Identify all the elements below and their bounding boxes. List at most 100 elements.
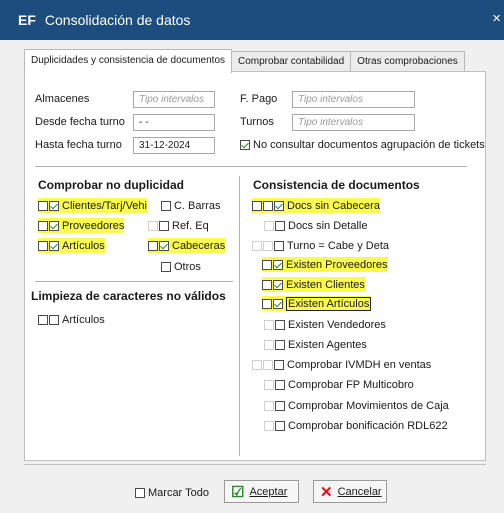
- clientes-label: Clientes/Tarj/Vehi: [62, 199, 147, 212]
- articulos-checkbox-a[interactable]: [38, 240, 48, 251]
- divider: [35, 281, 233, 282]
- no-consultar-label: No consultar documentos agrupación de ti…: [253, 138, 485, 151]
- existen-clientes-row[interactable]: Existen Clientes: [262, 277, 365, 292]
- limpieza-articulos-checkbox-b[interactable]: [49, 314, 59, 325]
- hasta-fecha-field[interactable]: 31-12-2024: [133, 137, 215, 154]
- comprobar-ivmdh-checkbox-c[interactable]: [274, 359, 284, 370]
- no-consultar-checkbox[interactable]: [240, 139, 250, 150]
- comprobar-bonificacion-checkbox-a[interactable]: [264, 420, 274, 431]
- comprobar-fp-multicobro-label: Comprobar FP Multicobro: [288, 378, 414, 391]
- existen-articulos-label: Existen Artículos: [286, 296, 372, 311]
- comprobar-bonificacion-label: Comprobar bonificación RDL622: [288, 419, 448, 432]
- almacenes-label: Almacenes: [35, 93, 90, 105]
- clientes-checkbox-b[interactable]: [49, 200, 59, 211]
- comprobar-fp-multicobro-row[interactable]: Comprobar FP Multicobro: [264, 377, 414, 392]
- articulos-row[interactable]: Artículos: [38, 238, 105, 253]
- proveedores-checkbox-a[interactable]: [38, 220, 48, 231]
- existen-clientes-checkbox-b[interactable]: [273, 279, 283, 290]
- aceptar-button[interactable]: ☑ Aceptar: [224, 480, 299, 503]
- existen-articulos-checkbox-a[interactable]: [262, 298, 272, 309]
- docs-sin-detalle-label: Docs sin Detalle: [288, 219, 368, 232]
- existen-proveedores-checkbox-b[interactable]: [273, 259, 283, 270]
- tab-otras-comprobaciones[interactable]: Otras comprobaciones: [350, 51, 465, 72]
- proveedores-label: Proveedores: [62, 219, 125, 232]
- existen-vendedores-label: Existen Vendedores: [288, 318, 386, 331]
- existen-proveedores-label: Existen Proveedores: [286, 258, 388, 271]
- limpieza-articulos-checkbox-a[interactable]: [38, 314, 48, 325]
- tab-comprobar-contabilidad[interactable]: Comprobar contabilidad: [231, 51, 352, 72]
- proveedores-checkbox-b[interactable]: [49, 220, 59, 231]
- existen-vendedores-checkbox-a[interactable]: [264, 319, 274, 330]
- otros-row[interactable]: Otros: [161, 259, 201, 274]
- comprobar-ivmdh-row[interactable]: Comprobar IVMDH en ventas: [252, 357, 431, 372]
- turnos-label: Turnos: [240, 116, 274, 128]
- consistencia-title: Consistencia de documentos: [253, 178, 420, 192]
- existen-proveedores-checkbox-a[interactable]: [262, 259, 272, 270]
- turno-cabe-deta-checkbox-b[interactable]: [263, 240, 273, 251]
- cabeceras-checkbox-a[interactable]: [148, 240, 158, 251]
- docs-sin-cabecera-checkbox-b[interactable]: [263, 200, 273, 211]
- comprobar-bonificacion-checkbox-b[interactable]: [275, 420, 285, 431]
- desde-fecha-field[interactable]: - -: [133, 114, 215, 131]
- comprobar-ivmdh-label: Comprobar IVMDH en ventas: [287, 358, 432, 371]
- existen-articulos-checkbox-b[interactable]: [273, 298, 283, 309]
- limpieza-articulos-row[interactable]: Artículos: [38, 312, 105, 327]
- docs-sin-detalle-checkbox-a[interactable]: [264, 220, 274, 231]
- ref-eq-label: Ref. Eq: [172, 219, 209, 232]
- tab-panel: Almacenes Tipo intervalos F. Pago Tipo i…: [24, 71, 486, 461]
- comprobar-fp-multicobro-checkbox-b[interactable]: [275, 379, 285, 390]
- comprobar-movimientos-caja-row[interactable]: Comprobar Movimientos de Caja: [264, 398, 449, 413]
- ref-eq-checkbox-b[interactable]: [159, 220, 169, 231]
- docs-sin-cabecera-row[interactable]: Docs sin Cabecera: [252, 198, 380, 213]
- tab-duplicidades[interactable]: Duplicidades y consistencia de documento…: [24, 49, 232, 73]
- otros-label: Otros: [174, 260, 201, 273]
- cabeceras-row[interactable]: Cabeceras: [148, 238, 226, 253]
- ref-eq-checkbox-a[interactable]: [148, 220, 158, 231]
- comprobar-bonificacion-row[interactable]: Comprobar bonificación RDL622: [264, 418, 448, 433]
- existen-vendedores-checkbox-b[interactable]: [275, 319, 285, 330]
- limpieza-title: Limpieza de caracteres no válidos: [31, 289, 226, 303]
- comprobar-ivmdh-checkbox-a[interactable]: [252, 359, 262, 370]
- docs-sin-cabecera-checkbox-c[interactable]: [274, 200, 284, 211]
- comprobar-fp-multicobro-checkbox-a[interactable]: [264, 379, 274, 390]
- cancelar-button[interactable]: ✕ Cancelar: [313, 480, 387, 503]
- docs-sin-detalle-checkbox-b[interactable]: [275, 220, 285, 231]
- turno-cabe-deta-checkbox-a[interactable]: [252, 240, 262, 251]
- comprobar-movimientos-caja-checkbox-a[interactable]: [264, 400, 274, 411]
- almacenes-field[interactable]: Tipo intervalos: [133, 91, 215, 108]
- c-barras-checkbox[interactable]: [161, 200, 171, 211]
- aceptar-label: Aceptar: [249, 485, 288, 498]
- existen-vendedores-row[interactable]: Existen Vendedores: [264, 317, 386, 332]
- existen-proveedores-row[interactable]: Existen Proveedores: [262, 257, 388, 272]
- docs-sin-detalle-row[interactable]: Docs sin Detalle: [264, 218, 367, 233]
- existen-agentes-checkbox-a[interactable]: [264, 339, 274, 350]
- tab-bar: Duplicidades y consistencia de documento…: [24, 49, 465, 73]
- articulos-checkbox-b[interactable]: [49, 240, 59, 251]
- otros-checkbox[interactable]: [161, 261, 171, 272]
- comprobar-ivmdh-checkbox-b[interactable]: [263, 359, 273, 370]
- existen-clientes-checkbox-a[interactable]: [262, 279, 272, 290]
- fpago-field[interactable]: Tipo intervalos: [292, 91, 415, 108]
- existen-agentes-row[interactable]: Existen Agentes: [264, 337, 367, 352]
- fpago-label: F. Pago: [240, 93, 278, 105]
- turno-cabe-deta-checkbox-c[interactable]: [274, 240, 284, 251]
- clientes-row[interactable]: Clientes/Tarj/Vehi: [38, 198, 147, 213]
- turnos-field[interactable]: Tipo intervalos: [292, 114, 415, 131]
- clientes-checkbox-a[interactable]: [38, 200, 48, 211]
- existen-agentes-label: Existen Agentes: [288, 338, 367, 351]
- ref-eq-row[interactable]: Ref. Eq: [148, 218, 209, 233]
- proveedores-row[interactable]: Proveedores: [38, 218, 125, 233]
- c-barras-row[interactable]: C. Barras: [161, 198, 220, 213]
- close-icon[interactable]: ×: [492, 10, 501, 27]
- marcar-todo-row[interactable]: Marcar Todo: [135, 485, 209, 500]
- cabeceras-checkbox-b[interactable]: [159, 240, 169, 251]
- cancelar-label: Cancelar: [337, 485, 382, 498]
- turno-cabe-deta-row[interactable]: Turno = Cabe y Deta: [252, 238, 389, 253]
- docs-sin-cabecera-checkbox-a[interactable]: [252, 200, 262, 211]
- no-consultar-checkbox-row[interactable]: No consultar documentos agrupación de ti…: [240, 137, 485, 152]
- window-title: Consolidación de datos: [44, 12, 191, 28]
- comprobar-movimientos-caja-checkbox-b[interactable]: [275, 400, 285, 411]
- marcar-todo-checkbox[interactable]: [135, 487, 145, 498]
- existen-articulos-row[interactable]: Existen Artículos: [262, 296, 372, 311]
- existen-agentes-checkbox-b[interactable]: [275, 339, 285, 350]
